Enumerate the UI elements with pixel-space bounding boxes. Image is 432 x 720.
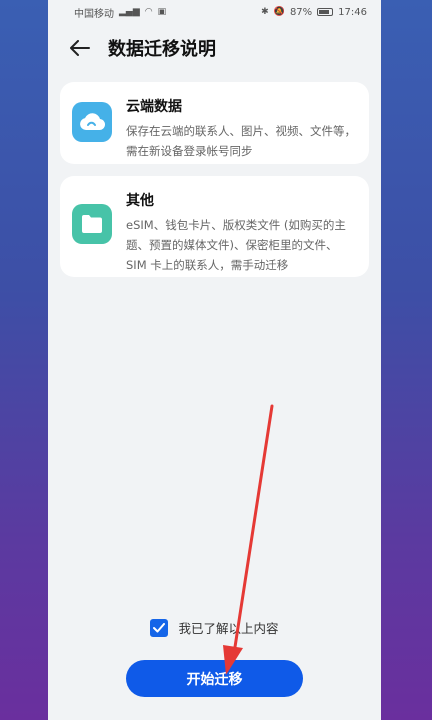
battery-percent: 87% (289, 6, 313, 18)
mute-icon: 🔕 (273, 7, 285, 17)
card-title: 云端数据 (126, 99, 182, 115)
page-title: 数据迁移说明 (108, 39, 216, 60)
confirm-row: 我已了解以上内容 (48, 618, 381, 637)
wifi-icon: ◠ (144, 7, 153, 17)
notification-icon: ▣ (157, 7, 167, 17)
start-migration-button[interactable]: 开始迁移 (126, 660, 303, 697)
card-description: eSIM、钱包卡片、版权类文件 (如购买的主题、预置的媒体文件)、保密柜里的文件… (126, 218, 346, 272)
folder-icon (72, 204, 112, 244)
carrier-label: 中国移动 (74, 8, 114, 20)
confirm-checkbox[interactable] (150, 618, 169, 637)
card-other: 其他 eSIM、钱包卡片、版权类文件 (如购买的主题、预置的媒体文件)、保密柜里… (60, 176, 369, 277)
battery-icon (317, 8, 334, 16)
card-description: 保存在云端的联系人、图片、视频、文件等，需在新设备登录帐号同步 (126, 124, 356, 158)
signal-icon: ▂▄▆ (119, 7, 140, 17)
back-arrow-icon[interactable] (68, 36, 92, 60)
phone-screen: 中国移动 ▂▄▆ ◠ ▣ ✱ 🔕 87% 17:46 数据迁移说明 云端数据 保… (48, 0, 381, 720)
bluetooth-icon: ✱ (261, 7, 269, 17)
confirm-label[interactable]: 我已了解以上内容 (178, 618, 278, 637)
card-cloud-data: 云端数据 保存在云端的联系人、图片、视频、文件等，需在新设备登录帐号同步 (60, 82, 369, 164)
app-bar: 数据迁移说明 (48, 24, 381, 72)
card-title: 其他 (126, 193, 154, 209)
status-bar: 中国移动 ▂▄▆ ◠ ▣ ✱ 🔕 87% 17:46 (48, 0, 381, 24)
clock: 17:46 (338, 6, 367, 18)
cloud-icon (72, 102, 112, 142)
